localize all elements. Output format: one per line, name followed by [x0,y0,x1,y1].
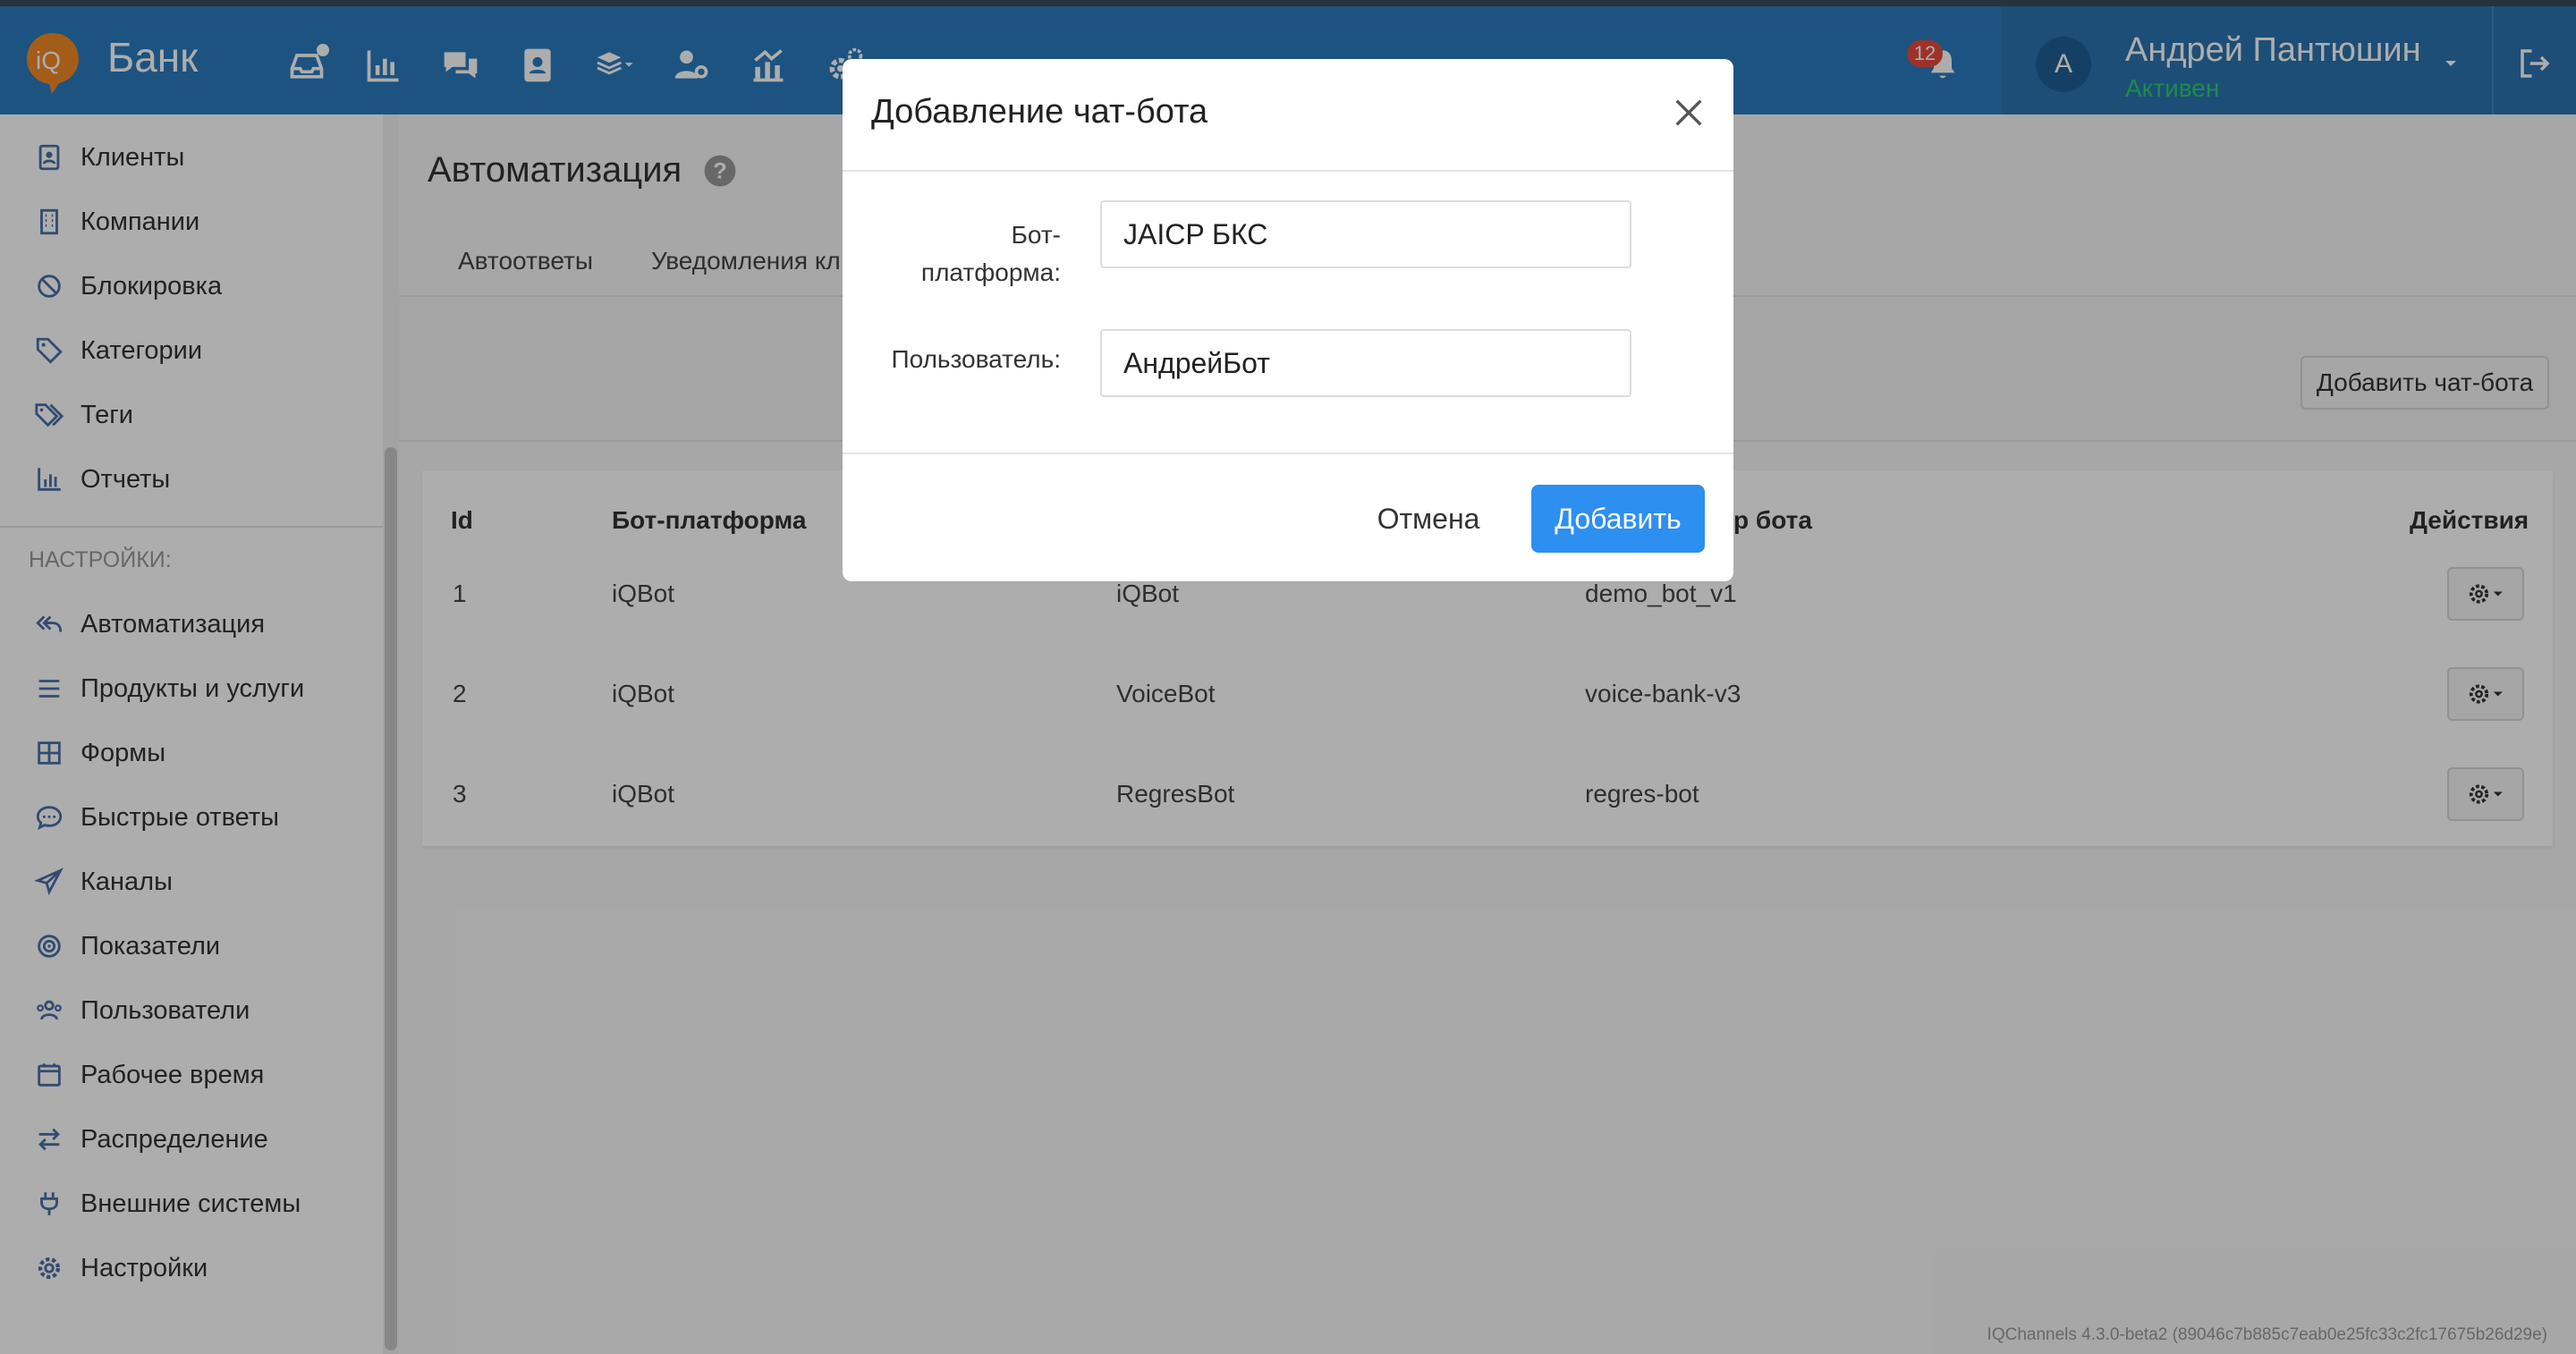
modal-header-divider [843,170,1733,172]
add-button[interactable]: Добавить [1531,485,1705,553]
cancel-button[interactable]: Отмена [1361,485,1496,553]
platform-field-label: Бот- платформа: [896,216,1061,292]
modal-footer-divider [843,453,1733,454]
platform-input[interactable] [1100,200,1631,268]
close-icon[interactable] [1671,95,1707,131]
user-input[interactable] [1100,329,1631,397]
user-field-label: Пользователь: [891,345,1061,373]
add-chatbot-modal: Добавление чат-бота Бот- платформа: Поль… [843,59,1733,581]
platform-label-line1: Бот- [1011,221,1061,249]
platform-label-line2: платформа: [920,258,1061,286]
modal-title: Добавление чат-бота [871,93,1208,131]
